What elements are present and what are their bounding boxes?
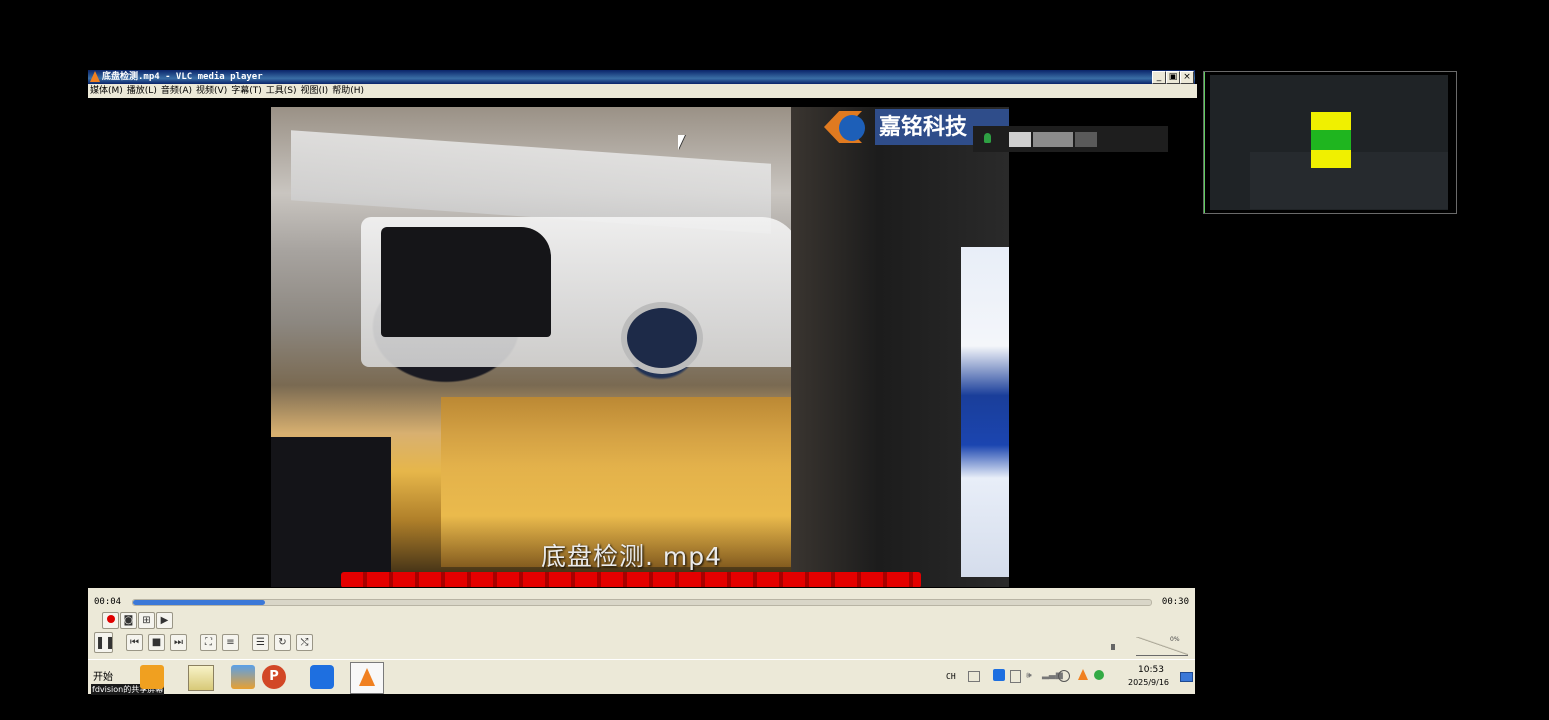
stop-button[interactable]: ■ <box>148 634 165 651</box>
seek-progress <box>133 600 266 605</box>
update-icon[interactable] <box>1058 670 1070 682</box>
restore-button[interactable]: ▣ <box>1166 71 1180 84</box>
extended-settings-button[interactable]: ≡ <box>222 634 239 651</box>
menu-tools[interactable]: 工具(S) <box>266 84 297 98</box>
menu-media[interactable]: 媒体(M) <box>90 84 123 98</box>
powerpoint-icon[interactable]: P <box>262 665 286 689</box>
menu-video[interactable]: 视频(V) <box>196 84 227 98</box>
menu-bar: 媒体(M) 播放(L) 音频(A) 视频(V) 字幕(T) 工具(S) 视图(I… <box>88 84 1197 98</box>
red-caption-bar <box>341 572 921 587</box>
shuffle-button[interactable]: ⤭ <box>296 634 313 651</box>
explorer-icon[interactable] <box>140 665 164 689</box>
frame-step-icon: ▶ <box>160 615 169 626</box>
menu-view[interactable]: 视图(I) <box>301 84 329 98</box>
time-elapsed: 00:04 <box>94 597 122 607</box>
pause-button[interactable]: ❚❚ <box>94 632 116 653</box>
snapshot-button[interactable]: ◙ <box>120 612 137 629</box>
next-button[interactable]: ⏭ <box>170 634 187 651</box>
mouse-cursor-icon <box>678 135 685 150</box>
ime-indicator[interactable]: CH <box>946 672 956 681</box>
next-icon: ⏭ <box>174 637 183 648</box>
notepad-icon[interactable] <box>188 665 214 691</box>
logo-circle-icon <box>839 115 865 141</box>
vlc-tray-icon[interactable] <box>1078 669 1088 680</box>
show-desktop-icon[interactable] <box>1180 672 1193 682</box>
video-frame[interactable]: 嘉铭科技 底盘检测. mp4 <box>271 107 1009 587</box>
video-monitor <box>961 247 1009 577</box>
playlist-button[interactable]: ☰ <box>252 634 269 651</box>
vlc-taskbar-button[interactable] <box>350 662 384 694</box>
fullscreen-button[interactable]: ⛶ <box>200 634 217 651</box>
clock-time[interactable]: 10:53 <box>1138 665 1164 675</box>
time-total[interactable]: 00:30 <box>1162 597 1189 607</box>
redacted-name <box>1075 132 1097 147</box>
vlc-window: 底盘检测.mp4 - VLC media player _ ▣ × 媒体(M) … <box>88 70 1197 695</box>
clock-date[interactable]: 2025/9/16 <box>1128 678 1169 687</box>
thumbnail-yellow-block <box>1311 150 1351 168</box>
remote-desktop-icon[interactable] <box>231 665 255 689</box>
ab-loop-icon: ⊞ <box>142 615 151 626</box>
microphone-icon <box>984 133 991 143</box>
volume-tray-icon[interactable]: 🕪 <box>1026 671 1032 681</box>
playlist-icon: ☰ <box>256 637 265 648</box>
seek-row: 00:04 00:30 <box>88 594 1195 610</box>
system-tray: CH 🕪 ▂▃▅ 10:53 2025/9/16 <box>938 662 1193 692</box>
security-tray-icon[interactable] <box>1094 670 1104 680</box>
volume-slider[interactable] <box>1136 637 1188 656</box>
loop-button[interactable]: ↻ <box>274 634 291 651</box>
close-button[interactable]: × <box>1180 71 1194 84</box>
video-car-wheel <box>621 302 703 374</box>
shuffle-icon: ⤭ <box>300 637 309 648</box>
filename-overlay: 底盘检测. mp4 <box>541 542 723 571</box>
loop-ab-button[interactable]: ⊞ <box>138 612 155 629</box>
meeting-app-icon[interactable] <box>310 665 334 689</box>
window-title: 底盘检测.mp4 - VLC media player <box>102 72 263 82</box>
speaker-icon[interactable] <box>1111 644 1115 650</box>
start-button[interactable]: 开始 fdvision的共享屏幕 <box>90 663 165 695</box>
minimize-button[interactable]: _ <box>1152 71 1166 84</box>
seek-slider[interactable] <box>132 599 1152 606</box>
thumbnail-green-block <box>1311 130 1351 150</box>
menu-subtitle[interactable]: 字幕(T) <box>231 84 262 98</box>
previous-icon: ⏮ <box>130 637 139 648</box>
menu-playback[interactable]: 播放(L) <box>127 84 157 98</box>
frame-step-button[interactable]: ▶ <box>156 612 173 629</box>
pause-icon: ❚❚ <box>95 635 116 649</box>
menu-audio[interactable]: 音频(A) <box>161 84 192 98</box>
volume-percent: 0% <box>1170 636 1180 643</box>
title-bar[interactable]: 底盘检测.mp4 - VLC media player _ ▣ × <box>88 70 1195 84</box>
stop-icon: ■ <box>151 637 162 648</box>
usb-icon[interactable] <box>1010 670 1021 683</box>
participant-name-tag <box>973 126 1168 152</box>
start-label: 开始 <box>93 672 113 683</box>
keyboard-icon[interactable] <box>968 671 980 682</box>
video-car-window <box>381 227 551 337</box>
vlc-cone-icon <box>359 668 375 686</box>
camera-icon: ◙ <box>123 615 134 626</box>
video-dark-corner <box>271 437 391 587</box>
meeting-tray-icon[interactable] <box>993 669 1005 681</box>
shared-screen-thumbnail[interactable] <box>1203 71 1457 214</box>
thumbnail-border <box>1204 72 1205 213</box>
redacted-name <box>1009 132 1031 147</box>
equalizer-icon: ≡ <box>226 637 235 648</box>
thumbnail-yellow-block <box>1311 112 1351 130</box>
redacted-name <box>1033 132 1073 147</box>
record-icon <box>106 615 115 623</box>
previous-button[interactable]: ⏮ <box>126 634 143 651</box>
fullscreen-icon: ⛶ <box>205 637 212 648</box>
loop-icon: ↻ <box>278 637 287 648</box>
taskbar: 开始 fdvision的共享屏幕 P CH 🕪 ▂▃▅ 10:53 2025/9… <box>88 659 1195 695</box>
menu-help[interactable]: 帮助(H) <box>332 84 364 98</box>
vlc-cone-icon <box>90 71 100 82</box>
record-button[interactable] <box>102 612 119 629</box>
